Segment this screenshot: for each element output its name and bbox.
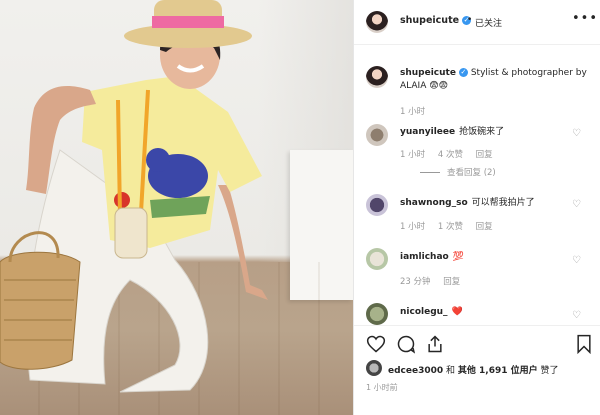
caption-time: 1 小时 bbox=[400, 105, 435, 117]
caption-avatar[interactable] bbox=[366, 66, 388, 88]
comment-item: shawnong_so 可以帮我拍片了 bbox=[400, 195, 535, 208]
comment-likes-count[interactable]: 1 次赞 bbox=[438, 222, 463, 232]
comment-bubble-icon[interactable] bbox=[396, 334, 416, 354]
comment-likes-count[interactable]: 4 次赞 bbox=[438, 150, 463, 160]
caption: shupeicute ✓ Stylist & photographer by AL… bbox=[400, 67, 590, 93]
caption-username[interactable]: shupeicute bbox=[400, 68, 456, 78]
header-divider bbox=[354, 44, 600, 45]
comment-text: ❤️ bbox=[451, 307, 463, 317]
comment-like-heart-icon[interactable]: ♡ bbox=[572, 311, 581, 321]
comment-item: iamlichao 💯 bbox=[400, 252, 464, 262]
comment-username[interactable]: nicolegu_ bbox=[400, 307, 448, 317]
share-icon[interactable] bbox=[425, 334, 445, 354]
comment-meta: 1 小时 1 次赞 回复 bbox=[400, 220, 503, 232]
comment-avatar[interactable] bbox=[366, 303, 388, 325]
comment-like-heart-icon[interactable]: ♡ bbox=[572, 129, 581, 139]
comment-text: 可以帮我拍片了 bbox=[471, 198, 535, 208]
comment-text: 抢饭碗来了 bbox=[459, 127, 505, 137]
caption-time-text: 1 小时 bbox=[400, 107, 426, 117]
author-avatar[interactable] bbox=[366, 11, 388, 33]
comment-time: 1 小时 bbox=[400, 150, 426, 160]
action-bar bbox=[354, 334, 600, 358]
header-separator: • bbox=[467, 15, 473, 25]
comment-reply-link[interactable]: 回复 bbox=[476, 150, 493, 160]
follow-status-button[interactable]: 已关注 bbox=[475, 16, 502, 29]
comment-time: 1 小时 bbox=[400, 222, 426, 232]
comment-meta: 1 小时 4 次赞 回复 bbox=[400, 148, 503, 160]
like-heart-icon[interactable] bbox=[366, 334, 386, 354]
comment-avatar[interactable] bbox=[366, 248, 388, 270]
post-timestamp: 1 小时前 bbox=[366, 383, 398, 392]
more-options-icon[interactable]: ••• bbox=[572, 11, 598, 26]
likes-summary: edcee3000 和 其他 1,691 位用户 赞了 bbox=[388, 363, 559, 376]
liker-avatar[interactable] bbox=[366, 360, 382, 376]
comment-username[interactable]: shawnong_so bbox=[400, 198, 468, 208]
comment-like-heart-icon[interactable]: ♡ bbox=[572, 256, 581, 266]
photo-illustration bbox=[0, 0, 268, 393]
comment-reply-link[interactable]: 回复 bbox=[443, 277, 460, 287]
likes-and: 和 bbox=[446, 366, 456, 376]
comment-like-heart-icon[interactable]: ♡ bbox=[572, 200, 581, 210]
bookmark-icon[interactable] bbox=[575, 334, 593, 354]
liker-username[interactable]: edcee3000 bbox=[388, 366, 443, 376]
author-username[interactable]: shupeicute ✓ bbox=[400, 15, 472, 26]
comment-item: yuanyileee 抢饭碗来了 bbox=[400, 124, 504, 137]
comment-avatar[interactable] bbox=[366, 194, 388, 216]
comment-time: 23 分钟 bbox=[400, 277, 431, 287]
comment-username[interactable]: yuanyileee bbox=[400, 127, 455, 137]
likes-suffix: 赞了 bbox=[540, 366, 559, 376]
view-replies-link[interactable]: 查看回复 (2) bbox=[420, 166, 496, 178]
actions-divider bbox=[354, 325, 600, 326]
comment-meta: 23 分钟 回复 bbox=[400, 275, 470, 287]
likes-others-link[interactable]: 其他 1,691 位用户 bbox=[458, 366, 538, 376]
comment-username[interactable]: iamlichao bbox=[400, 252, 449, 262]
author-username-text[interactable]: shupeicute bbox=[400, 15, 459, 26]
caption-verified-icon: ✓ bbox=[458, 68, 468, 77]
post-photo[interactable] bbox=[0, 0, 353, 415]
comment-text: 💯 bbox=[452, 252, 464, 262]
comment-avatar[interactable] bbox=[366, 124, 388, 146]
post-panel: shupeicute ✓ • 已关注 ••• shupeicute ✓ Stylis… bbox=[354, 0, 600, 415]
comment-reply-link[interactable]: 回复 bbox=[476, 222, 493, 232]
comment-item: nicolegu_ ❤️ bbox=[400, 307, 463, 317]
